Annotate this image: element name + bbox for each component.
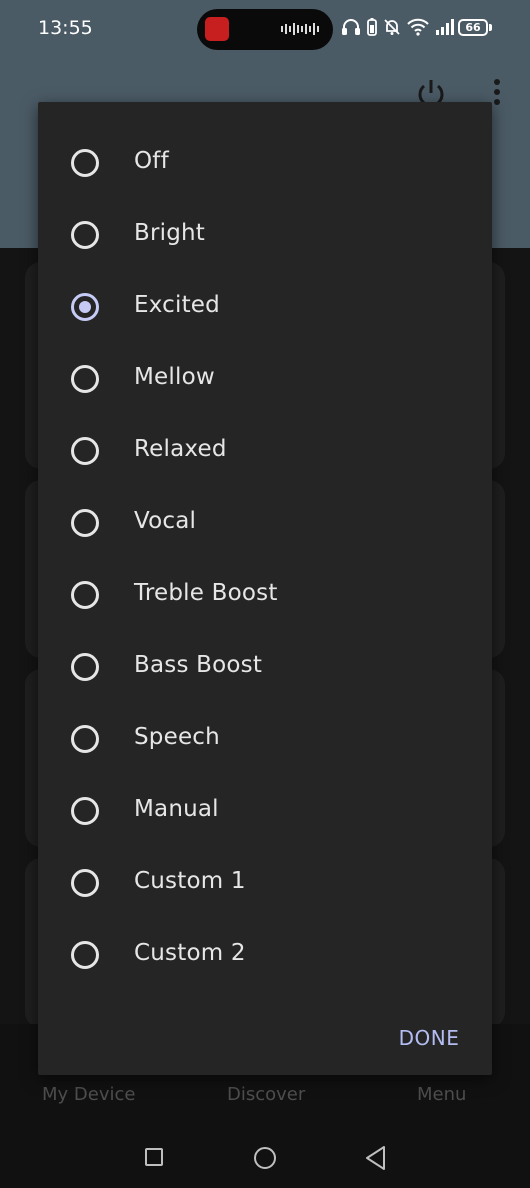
option-custom-1[interactable]: Custom 1 [38, 847, 492, 919]
headphones-icon [342, 19, 360, 35]
back-button[interactable] [364, 1145, 388, 1171]
home-button[interactable] [254, 1147, 276, 1169]
option-relaxed[interactable]: Relaxed [38, 415, 492, 487]
radio-button[interactable] [71, 581, 99, 609]
more-options-icon[interactable] [492, 78, 502, 106]
signal-icon [436, 19, 454, 35]
option-treble-boost[interactable]: Treble Boost [38, 559, 492, 631]
radio-button[interactable] [71, 869, 99, 897]
radio-button-selected[interactable] [71, 293, 99, 321]
option-off[interactable]: Off [38, 127, 492, 199]
option-label: Bass Boost [134, 652, 263, 678]
status-icons [341, 18, 455, 36]
option-label: Off [134, 148, 169, 174]
nav-item-my-device[interactable]: My Device [42, 1084, 135, 1105]
radio-button[interactable] [71, 365, 99, 393]
radio-button[interactable] [71, 797, 99, 825]
recents-button[interactable] [145, 1148, 163, 1166]
equalizer-preset-dialog: Off Bright Excited Mellow Relaxed Vocal … [38, 102, 492, 1075]
option-custom-2[interactable]: Custom 2 [38, 919, 492, 991]
option-label: Relaxed [134, 436, 227, 462]
option-label: Treble Boost [134, 580, 278, 606]
option-label: Manual [134, 796, 219, 822]
option-manual[interactable]: Manual [38, 775, 492, 847]
dynamic-island[interactable] [197, 9, 333, 50]
option-speech[interactable]: Speech [38, 703, 492, 775]
option-bass-boost[interactable]: Bass Boost [38, 631, 492, 703]
option-mellow[interactable]: Mellow [38, 343, 492, 415]
option-label: Custom 2 [134, 940, 246, 966]
bell-muted-icon [384, 19, 400, 35]
earbud-battery-icon [367, 18, 377, 36]
radio-button[interactable] [71, 437, 99, 465]
option-label: Speech [134, 724, 220, 750]
battery-icon: 66 [458, 19, 488, 36]
radio-button[interactable] [71, 149, 99, 177]
option-excited[interactable]: Excited [38, 271, 492, 343]
option-label: Mellow [134, 364, 215, 390]
radio-button[interactable] [71, 725, 99, 753]
radio-button[interactable] [71, 509, 99, 537]
option-label: Bright [134, 220, 206, 246]
option-label: Custom 1 [134, 868, 246, 894]
option-bright[interactable]: Bright [38, 199, 492, 271]
option-label: Excited [134, 292, 220, 318]
status-bar: 13:55 66 [0, 0, 530, 58]
nav-item-discover[interactable]: Discover [227, 1084, 305, 1105]
radio-button[interactable] [71, 941, 99, 969]
option-label: Vocal [134, 508, 197, 534]
music-app-icon [205, 17, 229, 41]
option-vocal[interactable]: Vocal [38, 487, 492, 559]
battery-tip [489, 24, 492, 31]
radio-button[interactable] [71, 653, 99, 681]
wifi-icon [407, 18, 429, 36]
nav-item-menu[interactable]: Menu [417, 1084, 466, 1105]
radio-button[interactable] [71, 221, 99, 249]
done-button[interactable]: DONE [384, 1018, 474, 1058]
audio-wave-icon [281, 23, 319, 35]
status-time: 13:55 [38, 17, 93, 39]
